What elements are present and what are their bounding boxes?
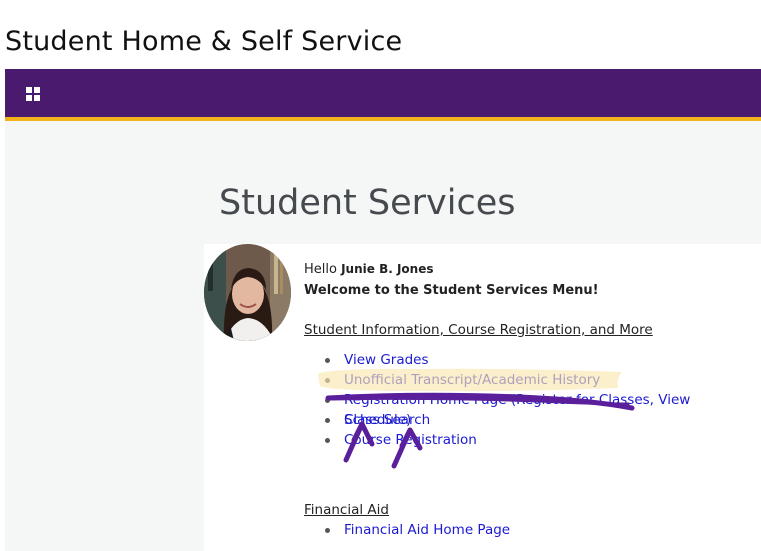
link-course-registration[interactable]: Course Registration — [344, 432, 477, 448]
link-view-grades[interactable]: View Grades — [344, 352, 429, 368]
apps-grid-icon[interactable] — [26, 87, 41, 102]
list-item: Registration Home Page (Register for Cla… — [322, 390, 761, 428]
greeting: Hello Junie B. Jones — [304, 262, 434, 277]
link-class-search[interactable]: Class Search — [344, 412, 430, 428]
financial-link-list: Financial Aid Home Page — [322, 520, 510, 540]
user-name: Junie B. Jones — [341, 262, 434, 276]
financial-aid-title: Financial Aid — [304, 502, 389, 518]
list-item: Course Registration — [322, 430, 761, 450]
page-title: Student Home & Self Service — [5, 26, 403, 57]
services-link-list: View Grades Unofficial Transcript/Academ… — [322, 350, 761, 450]
link-financial-aid-home[interactable]: Financial Aid Home Page — [344, 522, 510, 538]
section-heading: Student Services — [219, 183, 516, 223]
top-navbar — [5, 69, 761, 121]
section-title: Student Information, Course Registration… — [304, 322, 653, 338]
list-item: View Grades — [322, 350, 761, 370]
welcome-text: Welcome to the Student Services Menu! — [304, 283, 599, 298]
avatar — [204, 244, 291, 341]
greeting-prefix: Hello — [304, 262, 337, 277]
link-unofficial-transcript[interactable]: Unofficial Transcript/Academic History — [344, 372, 600, 388]
list-item: Unofficial Transcript/Academic History — [322, 370, 761, 390]
list-item: Financial Aid Home Page — [322, 520, 510, 540]
list-item: Class Search — [322, 410, 761, 430]
